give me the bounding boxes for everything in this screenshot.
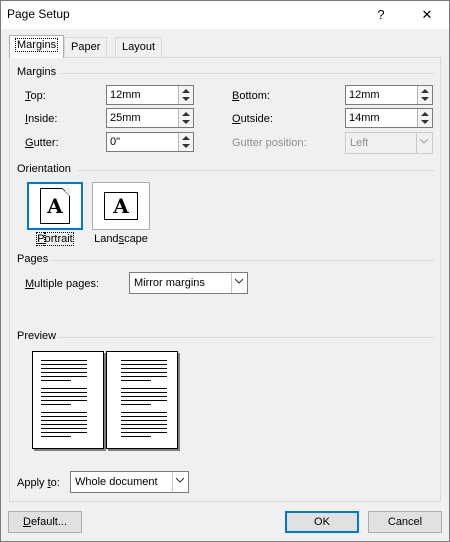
margins-tab-panel: Margins Top: 12mm Bottom: 12mm Inside: 2… <box>9 57 441 502</box>
landscape-label: Landscape <box>94 233 148 245</box>
top-margin-spinner[interactable]: 12mm <box>106 85 194 105</box>
margins-group-label: Margins <box>17 66 57 78</box>
spin-down-icon[interactable] <box>421 97 429 101</box>
default-button[interactable]: Default... <box>8 511 82 533</box>
tab-margins-label: Margins <box>14 38 59 52</box>
bottom-label: Bottom: <box>232 90 270 102</box>
multiple-pages-label: Multiple pages: <box>25 278 99 290</box>
spin-down-icon[interactable] <box>182 144 190 148</box>
portrait-page-icon: A <box>40 188 70 224</box>
bottom-margin-spinner[interactable]: 12mm <box>345 85 433 105</box>
outside-label: Outside: <box>232 113 273 125</box>
page-setup-dialog: Page Setup ? ✕ Margins Paper Layout Marg… <box>0 0 450 542</box>
inside-label: Inside: <box>25 113 58 125</box>
margins-group-divider <box>60 73 434 74</box>
gutter-label: Gutter: <box>25 137 59 149</box>
close-button[interactable]: ✕ <box>407 1 447 29</box>
cancel-button[interactable]: Cancel <box>368 511 442 533</box>
orientation-group-divider <box>78 170 434 171</box>
gutter-value: 0" <box>110 136 121 148</box>
inside-margin-spinner[interactable]: 25mm <box>106 108 194 128</box>
top-margin-value: 12mm <box>110 89 141 101</box>
tab-margins[interactable]: Margins <box>9 35 65 58</box>
apply-to-label: Apply to: <box>17 477 60 489</box>
chevron-down-icon <box>420 138 428 144</box>
gutter-spin-buttons[interactable] <box>178 133 193 151</box>
gutter-position-label: Gutter position: <box>232 137 307 149</box>
tab-paper-label: Paper <box>71 41 101 53</box>
help-button[interactable]: ? <box>361 1 401 29</box>
preview-right-page <box>106 351 178 449</box>
outside-margin-value: 14mm <box>349 112 380 124</box>
outside-margin-spin-buttons[interactable] <box>417 109 432 127</box>
apply-to-select[interactable]: Whole document <box>70 471 189 493</box>
landscape-page-icon: A <box>104 192 138 220</box>
spin-up-icon[interactable] <box>421 89 429 93</box>
portrait-label: Portrait <box>36 232 74 246</box>
ok-button-label: OK <box>314 516 330 528</box>
apply-to-value: Whole document <box>75 476 158 488</box>
spin-up-icon[interactable] <box>182 112 190 116</box>
gutter-spinner[interactable]: 0" <box>106 132 194 152</box>
tab-paper[interactable]: Paper <box>64 37 108 57</box>
spin-up-icon[interactable] <box>182 136 190 140</box>
chevron-down-icon <box>176 477 184 483</box>
spin-up-icon[interactable] <box>182 89 190 93</box>
top-label: Top: <box>25 90 46 102</box>
landscape-button[interactable]: A <box>92 182 150 230</box>
close-icon: ✕ <box>421 7 433 22</box>
window-title: Page Setup <box>7 7 70 21</box>
gutter-position-dropdown-button[interactable] <box>416 133 432 153</box>
spin-down-icon[interactable] <box>182 120 190 124</box>
preview-left-page <box>32 351 104 449</box>
outside-margin-spinner[interactable]: 14mm <box>345 108 433 128</box>
default-button-label: Default... <box>22 516 68 528</box>
title-bar: Page Setup ? ✕ <box>1 1 449 29</box>
tab-layout[interactable]: Layout <box>115 37 163 57</box>
gutter-position-select[interactable]: Left <box>345 132 433 154</box>
spin-down-icon[interactable] <box>182 97 190 101</box>
preview-group-label: Preview <box>17 330 57 342</box>
preview-group-divider <box>58 337 434 338</box>
top-margin-spin-buttons[interactable] <box>178 86 193 104</box>
multiple-pages-select[interactable]: Mirror margins <box>129 272 248 294</box>
tab-layout-label: Layout <box>122 41 156 53</box>
pages-group-label: Pages <box>17 253 49 265</box>
gutter-position-value: Left <box>350 137 369 149</box>
multiple-pages-dropdown-button[interactable] <box>231 273 247 293</box>
ok-button[interactable]: OK <box>285 511 359 533</box>
multiple-pages-value: Mirror margins <box>134 277 205 289</box>
cancel-button-label: Cancel <box>387 516 423 528</box>
spin-up-icon[interactable] <box>421 112 429 116</box>
inside-margin-value: 25mm <box>110 112 141 124</box>
help-icon: ? <box>377 7 385 22</box>
bottom-margin-value: 12mm <box>349 89 380 101</box>
chevron-down-icon <box>235 278 243 284</box>
apply-to-dropdown-button[interactable] <box>172 472 188 492</box>
inside-margin-spin-buttons[interactable] <box>178 109 193 127</box>
portrait-button[interactable]: A <box>27 182 83 230</box>
bottom-margin-spin-buttons[interactable] <box>417 86 432 104</box>
spin-down-icon[interactable] <box>421 120 429 124</box>
orientation-group-label: Orientation <box>17 163 71 175</box>
pages-group-divider <box>52 260 434 261</box>
